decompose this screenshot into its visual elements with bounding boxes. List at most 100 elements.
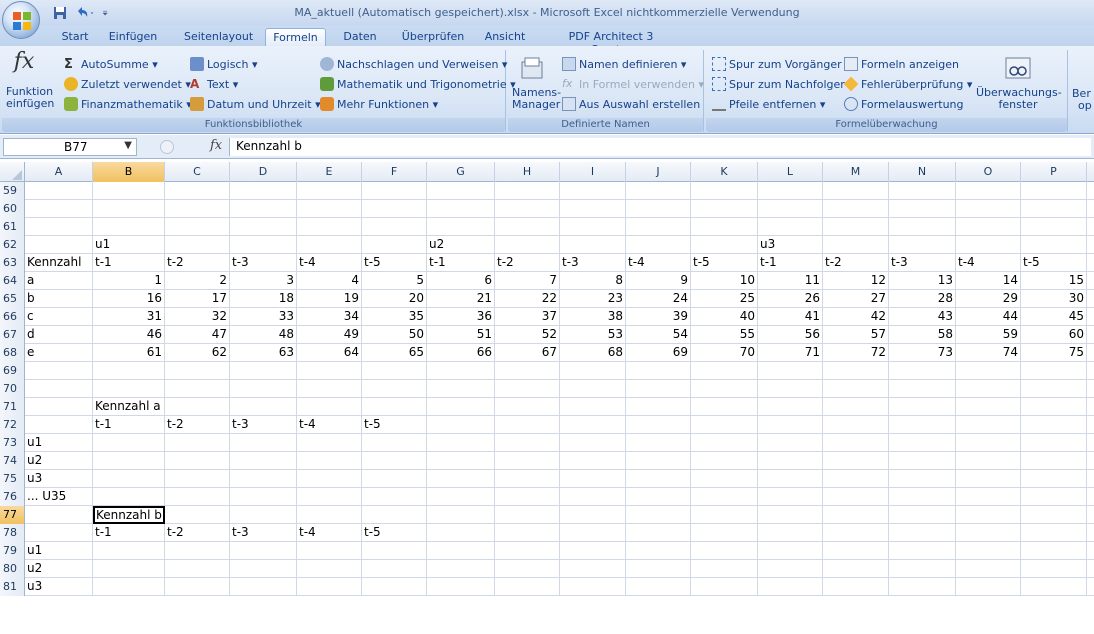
cell[interactable]: 9 (626, 272, 691, 290)
cell[interactable] (889, 434, 956, 452)
financial-button[interactable]: Finanzmathematik ▾ (64, 96, 192, 112)
cell[interactable]: u3 (25, 470, 93, 488)
cell[interactable]: 11 (758, 272, 823, 290)
cell[interactable] (626, 452, 691, 470)
cell[interactable] (560, 236, 626, 254)
cell[interactable]: 27 (823, 290, 889, 308)
cell[interactable] (362, 452, 427, 470)
cell[interactable] (230, 362, 297, 380)
cell[interactable] (626, 506, 691, 524)
cell[interactable]: 47 (165, 326, 230, 344)
cell[interactable] (93, 218, 165, 236)
cell[interactable] (691, 434, 758, 452)
cell[interactable]: 63 (230, 344, 297, 362)
cell[interactable] (297, 578, 362, 596)
row-header[interactable]: 59 (0, 182, 25, 200)
column-header-m[interactable]: M (823, 162, 889, 182)
cell[interactable] (93, 452, 165, 470)
cell[interactable]: 72 (823, 344, 889, 362)
cell[interactable]: 74 (956, 344, 1021, 362)
cell[interactable] (956, 200, 1021, 218)
cell[interactable] (25, 218, 93, 236)
column-header-i[interactable]: I (560, 162, 626, 182)
cell[interactable] (956, 434, 1021, 452)
cell[interactable] (956, 380, 1021, 398)
cell[interactable]: t-2 (165, 416, 230, 434)
cell[interactable] (1021, 524, 1087, 542)
cell[interactable]: 2 (165, 272, 230, 290)
cell[interactable] (1021, 578, 1087, 596)
cell[interactable] (362, 560, 427, 578)
cell[interactable] (25, 506, 93, 524)
row-header[interactable]: 63 (0, 254, 25, 272)
cell[interactable] (956, 524, 1021, 542)
cell[interactable] (1021, 452, 1087, 470)
row-header[interactable]: 62 (0, 236, 25, 254)
tab-start[interactable]: Start (60, 28, 90, 46)
math-button[interactable]: Mathematik und Trigonometrie ▾ (320, 76, 516, 92)
cell[interactable]: 32 (165, 308, 230, 326)
cell[interactable] (230, 434, 297, 452)
cell[interactable] (823, 524, 889, 542)
trace-dependents-button[interactable]: Spur zum Nachfolger (712, 76, 845, 92)
cell[interactable] (956, 236, 1021, 254)
cell[interactable] (1021, 380, 1087, 398)
cell[interactable] (165, 434, 230, 452)
column-header-l[interactable]: L (758, 162, 823, 182)
cell[interactable] (230, 380, 297, 398)
cell[interactable] (495, 416, 560, 434)
column-header-p[interactable]: P (1021, 162, 1087, 182)
cell[interactable]: t-5 (1021, 254, 1087, 272)
cell[interactable] (691, 218, 758, 236)
cell[interactable]: u2 (25, 452, 93, 470)
cell[interactable]: a (25, 272, 93, 290)
cell[interactable] (758, 524, 823, 542)
cell[interactable] (93, 542, 165, 560)
cell[interactable]: u2 (427, 236, 495, 254)
cell[interactable]: 18 (230, 290, 297, 308)
cell[interactable] (362, 362, 427, 380)
cell[interactable]: 6 (427, 272, 495, 290)
cell[interactable] (427, 200, 495, 218)
cell[interactable]: 69 (626, 344, 691, 362)
cell[interactable] (758, 398, 823, 416)
cell[interactable]: 61 (93, 344, 165, 362)
cell[interactable]: 39 (626, 308, 691, 326)
lookup-button[interactable]: Nachschlagen und Verweisen ▾ (320, 56, 507, 72)
cell[interactable] (362, 200, 427, 218)
cell[interactable] (823, 470, 889, 488)
cell[interactable] (889, 398, 956, 416)
cell[interactable] (758, 218, 823, 236)
cell[interactable] (495, 434, 560, 452)
cell[interactable] (823, 542, 889, 560)
cell[interactable] (889, 362, 956, 380)
cell[interactable]: 55 (691, 326, 758, 344)
tab-daten[interactable]: Daten (340, 28, 380, 46)
cell[interactable]: 22 (495, 290, 560, 308)
cell[interactable] (758, 200, 823, 218)
cell[interactable] (626, 560, 691, 578)
cell[interactable] (956, 218, 1021, 236)
cell[interactable] (560, 434, 626, 452)
cell[interactable]: u2 (25, 560, 93, 578)
cell[interactable] (691, 578, 758, 596)
cell[interactable] (1021, 560, 1087, 578)
cell[interactable] (427, 578, 495, 596)
cell[interactable]: 28 (889, 290, 956, 308)
cell[interactable]: 12 (823, 272, 889, 290)
cell[interactable]: 59 (956, 326, 1021, 344)
cell[interactable] (93, 380, 165, 398)
cell[interactable] (25, 362, 93, 380)
tab-ueberpruefen[interactable]: Überprüfen (400, 28, 466, 46)
cell[interactable]: t-3 (230, 416, 297, 434)
cell[interactable] (956, 452, 1021, 470)
evaluate-formula-button[interactable]: Formelauswertung (844, 96, 964, 112)
cell[interactable]: 19 (297, 290, 362, 308)
cell[interactable] (691, 470, 758, 488)
cell[interactable]: t-1 (93, 416, 165, 434)
cell[interactable] (165, 362, 230, 380)
cell[interactable] (495, 398, 560, 416)
cell[interactable] (495, 200, 560, 218)
cell[interactable] (626, 380, 691, 398)
cell[interactable] (691, 182, 758, 200)
